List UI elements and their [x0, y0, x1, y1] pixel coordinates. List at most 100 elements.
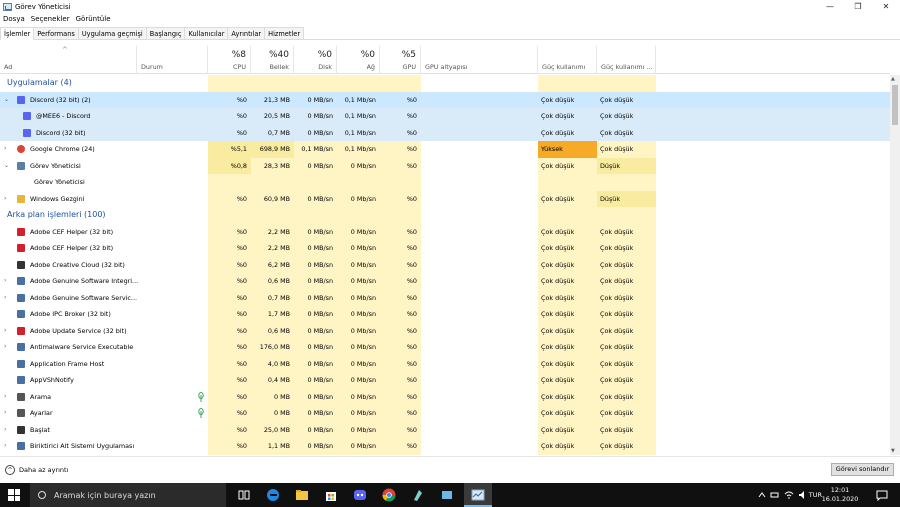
end-task-button[interactable]: Görevi sonlandır — [830, 463, 894, 476]
discord-icon — [23, 128, 31, 137]
power-usage-value: Çok düşük — [541, 260, 575, 269]
tab-services[interactable]: Hizmetler — [264, 27, 305, 39]
chevron-right-icon[interactable]: › — [4, 339, 6, 356]
header-gpu[interactable]: %5 GPU — [380, 46, 421, 74]
discord-icon — [23, 112, 31, 120]
chevron-right-icon[interactable]: › — [4, 405, 6, 422]
tab-users[interactable]: Kullanıcılar — [184, 27, 229, 39]
menu-view[interactable]: Görüntüle — [76, 15, 111, 23]
process-row[interactable]: › Ayarlar %0 0 MB 0 MB/sn 0 Mb/sn %0 Çok düşük Ç… — [0, 405, 890, 422]
memory-value: 2,2 MB — [267, 227, 290, 236]
notifications-icon[interactable] — [876, 489, 888, 501]
header-name[interactable]: Ad — [0, 46, 137, 74]
app-taskbar-icon[interactable] — [410, 487, 426, 503]
process-row[interactable]: Discord (32 bit) %0 0,7 MB 0 MB/sn 0,1 Mb/sn… — [0, 124, 890, 141]
disk-value: 0 MB/sn — [307, 310, 333, 318]
close-button[interactable]: ✕ — [872, 0, 900, 13]
process-row[interactable]: › Biriktirici Alt Sistemi Uygulaması %0 1,1… — [0, 438, 890, 455]
minimize-button[interactable]: — — [816, 0, 844, 13]
chevron-up-tray-icon[interactable] — [758, 491, 766, 499]
header-power[interactable]: Güç kullanımı — [538, 46, 597, 74]
header-memory[interactable]: %40 Bellek — [251, 46, 294, 74]
clock[interactable]: 12:01 16.01.2020 — [820, 486, 860, 504]
process-row[interactable]: › Antimalware Service Executable %0 176,0 M… — [0, 339, 890, 356]
tab-app-history[interactable]: Uygulama geçmişi — [77, 27, 147, 39]
process-row[interactable]: Application Frame Host %0 4,0 MB 0 MB/sn 0 M… — [0, 356, 890, 373]
tab-bar: İşlemler Performans Uygulama geçmişi Baş… — [0, 27, 900, 40]
process-row[interactable]: › Adobe Genuine Software Integri... %0 0,6 … — [0, 273, 890, 290]
tab-details[interactable]: Ayrıntılar — [227, 27, 266, 39]
process-row[interactable]: › Google Chrome (24) %5,1 698,9 MB 0,1 MB/sn… — [0, 141, 890, 158]
power-usage-value: Çok düşük — [541, 409, 575, 417]
chevron-down-icon[interactable]: ⌄ — [4, 92, 9, 109]
disk-value: 0 MB/sn — [307, 95, 333, 104]
task-manager-taskbar-button[interactable] — [464, 483, 492, 507]
process-row[interactable]: Adobe CEF Helper (32 bit) %0 2,2 MB 0 MB/sn… — [0, 224, 890, 241]
windows-start-icon[interactable] — [8, 489, 20, 501]
power-usage-value: Çok düşük — [541, 112, 575, 120]
scroll-down-icon[interactable]: ▼ — [891, 448, 895, 454]
header-status[interactable]: Durum — [137, 46, 208, 74]
gpu-value: %0 — [406, 392, 417, 401]
process-row[interactable]: › Arama %0 0 MB 0 MB/sn 0 Mb/sn %0 Çok düşük Çok… — [0, 389, 890, 406]
process-row[interactable]: Görev Yöneticisi — [0, 174, 890, 191]
power-trend-value: Çok düşük — [600, 376, 634, 384]
gpu-value: %0 — [406, 326, 417, 335]
disk-value: 0 MB/sn — [307, 376, 333, 384]
power-trend-value: Düşük — [597, 157, 656, 174]
suspended-leaf-icon — [198, 408, 204, 418]
wifi-icon[interactable] — [784, 490, 794, 500]
taskbar-search-box[interactable]: Aramak için buraya yazın — [30, 483, 226, 507]
cpu-value: %0 — [236, 359, 247, 368]
search-placeholder: Aramak için buraya yazın — [54, 490, 156, 500]
paint-taskbar-icon[interactable] — [439, 487, 455, 503]
network-value: 0 Mb/sn — [350, 260, 376, 269]
process-row[interactable]: › Windows Gezgini %0 60,9 MB 0 MB/sn 0 Mb/sn%… — [0, 190, 890, 208]
fewer-details-button[interactable]: ^ Daha az ayrıntı — [5, 465, 68, 475]
process-row[interactable]: Adobe CEF Helper (32 bit) %0 2,2 MB 0 MB/sn… — [0, 240, 890, 257]
header-network[interactable]: %0 Ağ — [337, 46, 380, 74]
process-row[interactable]: AppVShNotify %0 0,4 MB 0 MB/sn 0 Mb/sn %0 Çok … — [0, 372, 890, 389]
process-row[interactable]: @MEE6 - Discord %0 20,5 MB 0 MB/sn 0,1 Mb/sn… — [0, 108, 890, 125]
task-view-icon[interactable] — [236, 487, 252, 503]
chrome-taskbar-icon[interactable] — [381, 487, 397, 503]
process-row[interactable]: Adobe IPC Broker (32 bit) %0 1,7 MB 0 MB/sn… — [0, 306, 890, 323]
store-icon[interactable] — [323, 487, 339, 503]
process-row[interactable]: ⌄ Discord (32 bit) (2) %0 21,3 MB 0 MB/sn 0,1… — [0, 91, 890, 109]
header-gpu-engine[interactable]: GPU altyapısı — [421, 46, 538, 74]
header-power-trend[interactable]: Güç kullanımı ... — [597, 46, 656, 74]
header-disk[interactable]: %0 Disk — [294, 46, 337, 74]
tab-performance[interactable]: Performans — [33, 27, 79, 39]
chevron-right-icon[interactable]: › — [4, 273, 6, 290]
chevron-right-icon[interactable]: › — [4, 290, 6, 307]
battery-icon[interactable] — [770, 490, 780, 500]
vertical-scrollbar[interactable]: ▲ ▼ — [890, 75, 900, 455]
scroll-up-icon[interactable]: ▲ — [891, 76, 895, 82]
header-cpu[interactable]: %8 CPU — [208, 46, 251, 74]
menu-options[interactable]: Seçenekler — [31, 15, 70, 23]
chevron-right-icon[interactable]: › — [4, 389, 6, 406]
discord-taskbar-icon[interactable] — [352, 487, 368, 503]
tab-startup[interactable]: Başlangıç — [145, 27, 186, 39]
edge-icon[interactable] — [265, 487, 281, 503]
process-row[interactable]: › Adobe Update Service (32 bit) %0 0,6 MB 0 … — [0, 323, 890, 340]
chevron-right-icon[interactable]: › — [4, 422, 6, 439]
chevron-right-icon[interactable]: › — [4, 191, 6, 208]
process-row[interactable]: ⌄ Görev Yöneticisi %0,8 28,3 MB 0 MB/sn 0 Mb/… — [0, 157, 890, 175]
menu-file[interactable]: Dosya — [3, 15, 25, 23]
process-row[interactable]: › Başlat %0 25,0 MB 0 MB/sn 0 Mb/sn %0 Çok düşü… — [0, 422, 890, 439]
fewer-details-label: Daha az ayrıntı — [19, 466, 69, 474]
file-explorer-icon[interactable] — [294, 487, 310, 503]
volume-icon[interactable] — [798, 490, 808, 500]
chevron-down-icon[interactable]: ⌄ — [4, 158, 9, 175]
maximize-button[interactable]: ❐ — [844, 0, 872, 13]
folder-icon — [17, 194, 25, 203]
process-row[interactable]: Adobe Creative Cloud (32 bit) %0 6,2 MB 0 M… — [0, 257, 890, 274]
tab-processes[interactable]: İşlemler — [0, 27, 35, 40]
creative-cloud-icon — [17, 260, 25, 269]
scroll-thumb[interactable] — [892, 85, 898, 125]
process-row[interactable]: › Adobe Genuine Software Servic... %0 0,7 M… — [0, 290, 890, 307]
chevron-right-icon[interactable]: › — [4, 438, 6, 455]
chevron-right-icon[interactable]: › — [4, 323, 6, 340]
chevron-right-icon[interactable]: › — [4, 141, 6, 158]
